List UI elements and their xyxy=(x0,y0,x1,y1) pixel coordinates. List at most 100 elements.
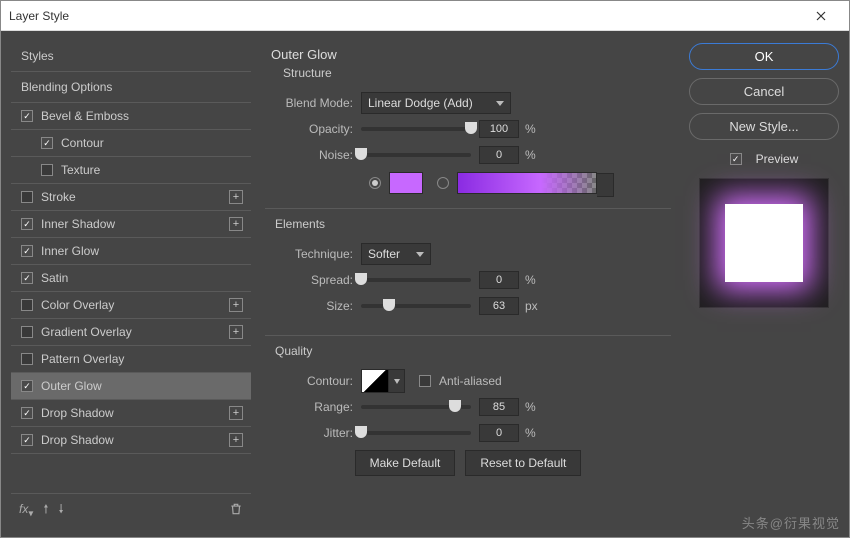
close-icon xyxy=(816,11,826,21)
technique-label: Technique: xyxy=(273,247,361,261)
antialiased-checkbox[interactable] xyxy=(419,375,431,387)
range-label: Range: xyxy=(273,400,361,414)
sidebar-item-label: Drop Shadow xyxy=(41,433,114,447)
settings-panel: Outer Glow Structure Blend Mode: Linear … xyxy=(261,41,679,527)
checkbox-icon[interactable] xyxy=(21,110,33,122)
sidebar-item-label: Stroke xyxy=(41,190,76,204)
jitter-input[interactable]: 0 xyxy=(479,424,519,442)
structure-title: Structure xyxy=(283,66,671,80)
sidebar-item-label: Inner Glow xyxy=(41,244,99,258)
sidebar-item-label: Outer Glow xyxy=(41,379,102,393)
sidebar-item-label: Drop Shadow xyxy=(41,406,114,420)
checkbox-icon[interactable] xyxy=(21,353,33,365)
opacity-slider[interactable] xyxy=(361,127,471,131)
range-slider[interactable] xyxy=(361,405,471,409)
add-effect-icon[interactable]: + xyxy=(229,190,243,204)
contour-label: Contour: xyxy=(273,374,361,388)
sidebar-item-label: Satin xyxy=(41,271,68,285)
spread-label: Spread: xyxy=(273,273,361,287)
checkbox-icon[interactable] xyxy=(21,299,33,311)
gradient-picker[interactable] xyxy=(457,172,597,194)
sidebar-item-bevel-emboss[interactable]: Bevel & Emboss xyxy=(11,103,251,130)
add-effect-icon[interactable]: + xyxy=(229,298,243,312)
sidebar-item-label: Gradient Overlay xyxy=(41,325,132,339)
checkbox-icon[interactable] xyxy=(41,164,53,176)
right-column: OK Cancel New Style... Preview xyxy=(689,41,839,527)
add-effect-icon[interactable]: + xyxy=(229,433,243,447)
sidebar-item-gradient-overlay[interactable]: Gradient Overlay + xyxy=(11,319,251,346)
opacity-label: Opacity: xyxy=(273,122,361,136)
sidebar-item-drop-shadow[interactable]: Drop Shadow + xyxy=(11,427,251,454)
technique-dropdown[interactable]: Softer xyxy=(361,243,431,265)
sidebar-item-inner-shadow[interactable]: Inner Shadow + xyxy=(11,211,251,238)
ok-button[interactable]: OK xyxy=(689,43,839,70)
checkbox-icon[interactable] xyxy=(21,434,33,446)
elements-title: Elements xyxy=(275,217,671,231)
size-label: Size: xyxy=(273,299,361,313)
sidebar-item-color-overlay[interactable]: Color Overlay + xyxy=(11,292,251,319)
panel-title: Outer Glow xyxy=(271,47,671,62)
make-default-button[interactable]: Make Default xyxy=(355,450,456,476)
new-style-button[interactable]: New Style... xyxy=(689,113,839,140)
cancel-button[interactable]: Cancel xyxy=(689,78,839,105)
checkbox-icon[interactable] xyxy=(41,137,53,149)
sidebar-item-pattern-overlay[interactable]: Pattern Overlay xyxy=(11,346,251,373)
checkbox-icon[interactable] xyxy=(21,245,33,257)
jitter-slider[interactable] xyxy=(361,431,471,435)
sidebar-item-label: Inner Shadow xyxy=(41,217,115,231)
antialiased-label: Anti-aliased xyxy=(439,374,502,388)
opacity-input[interactable]: 100 xyxy=(479,120,519,138)
checkbox-icon[interactable] xyxy=(21,326,33,338)
noise-input[interactable]: 0 xyxy=(479,146,519,164)
sidebar-item-texture[interactable]: Texture xyxy=(11,157,251,184)
styles-sidebar: Styles Blending Options Bevel & Emboss Co… xyxy=(11,41,251,527)
checkbox-icon[interactable] xyxy=(21,380,33,392)
blending-options[interactable]: Blending Options xyxy=(11,72,251,103)
fx-menu-icon[interactable]: fx▾ xyxy=(19,502,33,519)
sidebar-item-outer-glow[interactable]: Outer Glow xyxy=(11,373,251,400)
sidebar-item-contour[interactable]: Contour xyxy=(11,130,251,157)
sidebar-item-label: Texture xyxy=(61,163,100,177)
checkbox-icon[interactable] xyxy=(21,191,33,203)
sidebar-footer: fx▾ 🠕 🠗 xyxy=(11,493,251,527)
add-effect-icon[interactable]: + xyxy=(229,406,243,420)
sidebar-item-label: Pattern Overlay xyxy=(41,352,124,366)
arrow-up-icon[interactable]: 🠕 xyxy=(43,500,48,521)
spread-slider[interactable] xyxy=(361,278,471,282)
sidebar-header[interactable]: Styles xyxy=(11,41,251,72)
preview-label: Preview xyxy=(756,152,799,166)
range-input[interactable]: 85 xyxy=(479,398,519,416)
contour-dropdown-icon[interactable] xyxy=(389,369,405,393)
add-effect-icon[interactable]: + xyxy=(229,217,243,231)
checkbox-icon[interactable] xyxy=(21,272,33,284)
sidebar-item-stroke[interactable]: Stroke + xyxy=(11,184,251,211)
contour-picker[interactable] xyxy=(361,369,389,393)
noise-slider[interactable] xyxy=(361,153,471,157)
arrow-down-icon[interactable]: 🠗 xyxy=(59,500,64,521)
reset-default-button[interactable]: Reset to Default xyxy=(465,450,581,476)
sidebar-item-label: Bevel & Emboss xyxy=(41,109,129,123)
jitter-label: Jitter: xyxy=(273,426,361,440)
window-title: Layer Style xyxy=(9,9,69,23)
sidebar-item-inner-glow[interactable]: Inner Glow xyxy=(11,238,251,265)
color-swatch[interactable] xyxy=(389,172,423,194)
noise-label: Noise: xyxy=(273,148,361,162)
sidebar-item-drop-shadow[interactable]: Drop Shadow + xyxy=(11,400,251,427)
size-input[interactable]: 63 xyxy=(479,297,519,315)
spread-input[interactable]: 0 xyxy=(479,271,519,289)
sidebar-item-label: Contour xyxy=(61,136,104,150)
sidebar-item-label: Color Overlay xyxy=(41,298,114,312)
trash-icon[interactable] xyxy=(229,502,243,519)
close-button[interactable] xyxy=(801,1,841,31)
size-slider[interactable] xyxy=(361,304,471,308)
sidebar-item-satin[interactable]: Satin xyxy=(11,265,251,292)
blend-mode-dropdown[interactable]: Linear Dodge (Add) xyxy=(361,92,511,114)
gradient-radio[interactable] xyxy=(437,177,449,189)
blend-mode-label: Blend Mode: xyxy=(273,96,361,110)
checkbox-icon[interactable] xyxy=(21,407,33,419)
checkbox-icon[interactable] xyxy=(21,218,33,230)
add-effect-icon[interactable]: + xyxy=(229,325,243,339)
preview-thumbnail xyxy=(699,178,829,308)
preview-checkbox[interactable] xyxy=(730,153,742,165)
solid-color-radio[interactable] xyxy=(369,177,381,189)
